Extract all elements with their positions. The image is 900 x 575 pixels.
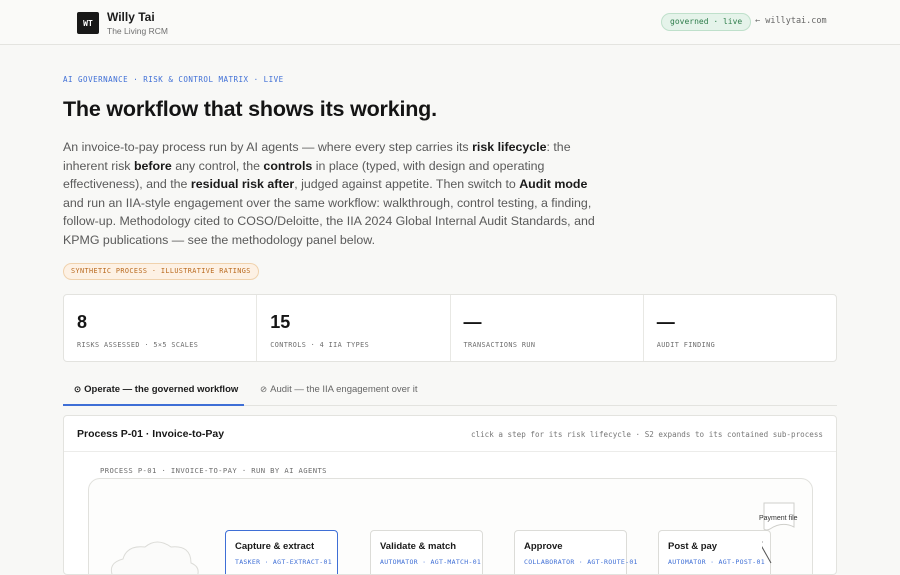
intro-emphasis: Audit mode: [519, 177, 588, 192]
tab-label: Operate — the governed workflow: [84, 384, 239, 395]
stat-audit-finding: — AUDIT FINDING: [644, 295, 836, 361]
step-approve[interactable]: Approve COLLABORATOR · AGT-ROUTE-01: [514, 530, 637, 574]
intro-text: An invoice-to-pay process run by AI agen…: [63, 140, 473, 154]
divider: [64, 451, 836, 452]
operate-icon: ⊙: [74, 384, 82, 394]
step-validate-match[interactable]: Validate & match AUTOMATOR · AGT-MATCH-0…: [370, 530, 483, 574]
step-title: Approve: [524, 541, 563, 552]
step-meta: TASKER · AGT-EXTRACT-01: [235, 558, 332, 566]
tab-operate[interactable]: ⊙ Operate — the governed workflow: [63, 384, 244, 406]
brand-name[interactable]: Willy Tai: [107, 10, 155, 24]
step-title: Post & pay: [668, 541, 718, 552]
intro-emphasis: controls: [263, 158, 313, 173]
payment-file-label: Payment file: [759, 515, 798, 522]
process-panel: Process P-01 · Invoice-to-Pay click a st…: [63, 415, 837, 575]
tab-audit[interactable]: ⊘ Audit — the IIA engagement over it: [260, 384, 417, 406]
stat-label: TRANSACTIONS RUN: [463, 341, 536, 349]
intro-text: any control, the: [171, 158, 264, 173]
step-capture-extract[interactable]: Capture & extract TASKER · AGT-EXTRACT-0…: [225, 530, 338, 574]
stat-label: CONTROLS · 4 IIA TYPES: [270, 341, 370, 349]
top-bar: WT Willy Tai The Living RCM governed · l…: [0, 0, 900, 45]
step-meta: COLLABORATOR · AGT-ROUTE-01: [524, 558, 638, 566]
step-title: Validate & match: [380, 541, 457, 552]
synthetic-badge: SYNTHETIC PROCESS · ILLUSTRATIVE RATINGS: [63, 263, 259, 280]
source-cloud-icon: [110, 541, 199, 574]
stat-value: 8: [77, 312, 88, 332]
page-title: The workflow that shows its working.: [63, 97, 437, 121]
panel-hint: click a step for its risk lifecycle · S2…: [470, 430, 823, 439]
payment-file-icon: [762, 502, 795, 564]
intro-paragraph: An invoice-to-pay process run by AI agen…: [63, 138, 603, 250]
stat-label: RISKS ASSESSED · 5×5 SCALES: [77, 341, 199, 349]
step-meta: AUTOMATOR · AGT-POST-01: [668, 558, 765, 566]
logo[interactable]: WT: [77, 12, 99, 34]
step-title: Capture & extract: [235, 541, 315, 552]
intro-emphasis: risk lifecycle: [472, 140, 547, 154]
brand-subtitle: The Living RCM: [107, 26, 168, 36]
back-link[interactable]: ← willytai.com: [755, 16, 827, 26]
governed-status-badge: governed · live: [661, 13, 752, 31]
stat-controls: 15 CONTROLS · 4 IIA TYPES: [257, 295, 451, 361]
workflow-canvas: Capture & extract TASKER · AGT-EXTRACT-0…: [88, 478, 813, 574]
stat-value: —: [656, 312, 675, 332]
process-label: PROCESS P-01 · INVOICE-TO-PAY · RUN BY A…: [100, 466, 327, 475]
audit-icon: ⊘: [260, 384, 268, 394]
stat-risks: 8 RISKS ASSESSED · 5×5 SCALES: [64, 295, 258, 361]
stat-transactions: — TRANSACTIONS RUN: [451, 295, 644, 361]
eyebrow: AI GOVERNANCE · RISK & CONTROL MATRIX · …: [63, 75, 284, 84]
stat-value: 15: [270, 312, 291, 332]
intro-text: and run an IIA-style engagement over the…: [63, 195, 595, 247]
step-meta: AUTOMATOR · AGT-MATCH-01: [380, 558, 482, 566]
intro-emphasis: before: [133, 158, 172, 173]
step-post-pay[interactable]: Post & pay AUTOMATOR · AGT-POST-01: [658, 530, 771, 574]
intro-text: , judged against appetite. Then switch t…: [294, 177, 520, 192]
panel-title: Process P-01 · Invoice-to-Pay: [77, 428, 225, 440]
stat-label: AUDIT FINDING: [656, 341, 716, 349]
mode-tabs: ⊙ Operate — the governed workflow ⊘ Audit …: [63, 380, 837, 406]
intro-emphasis: residual risk after: [190, 177, 295, 192]
stats-bar: 8 RISKS ASSESSED · 5×5 SCALES 15 CONTROL…: [63, 294, 837, 362]
stat-value: —: [463, 312, 482, 332]
tab-label: Audit — the IIA engagement over it: [270, 384, 418, 395]
